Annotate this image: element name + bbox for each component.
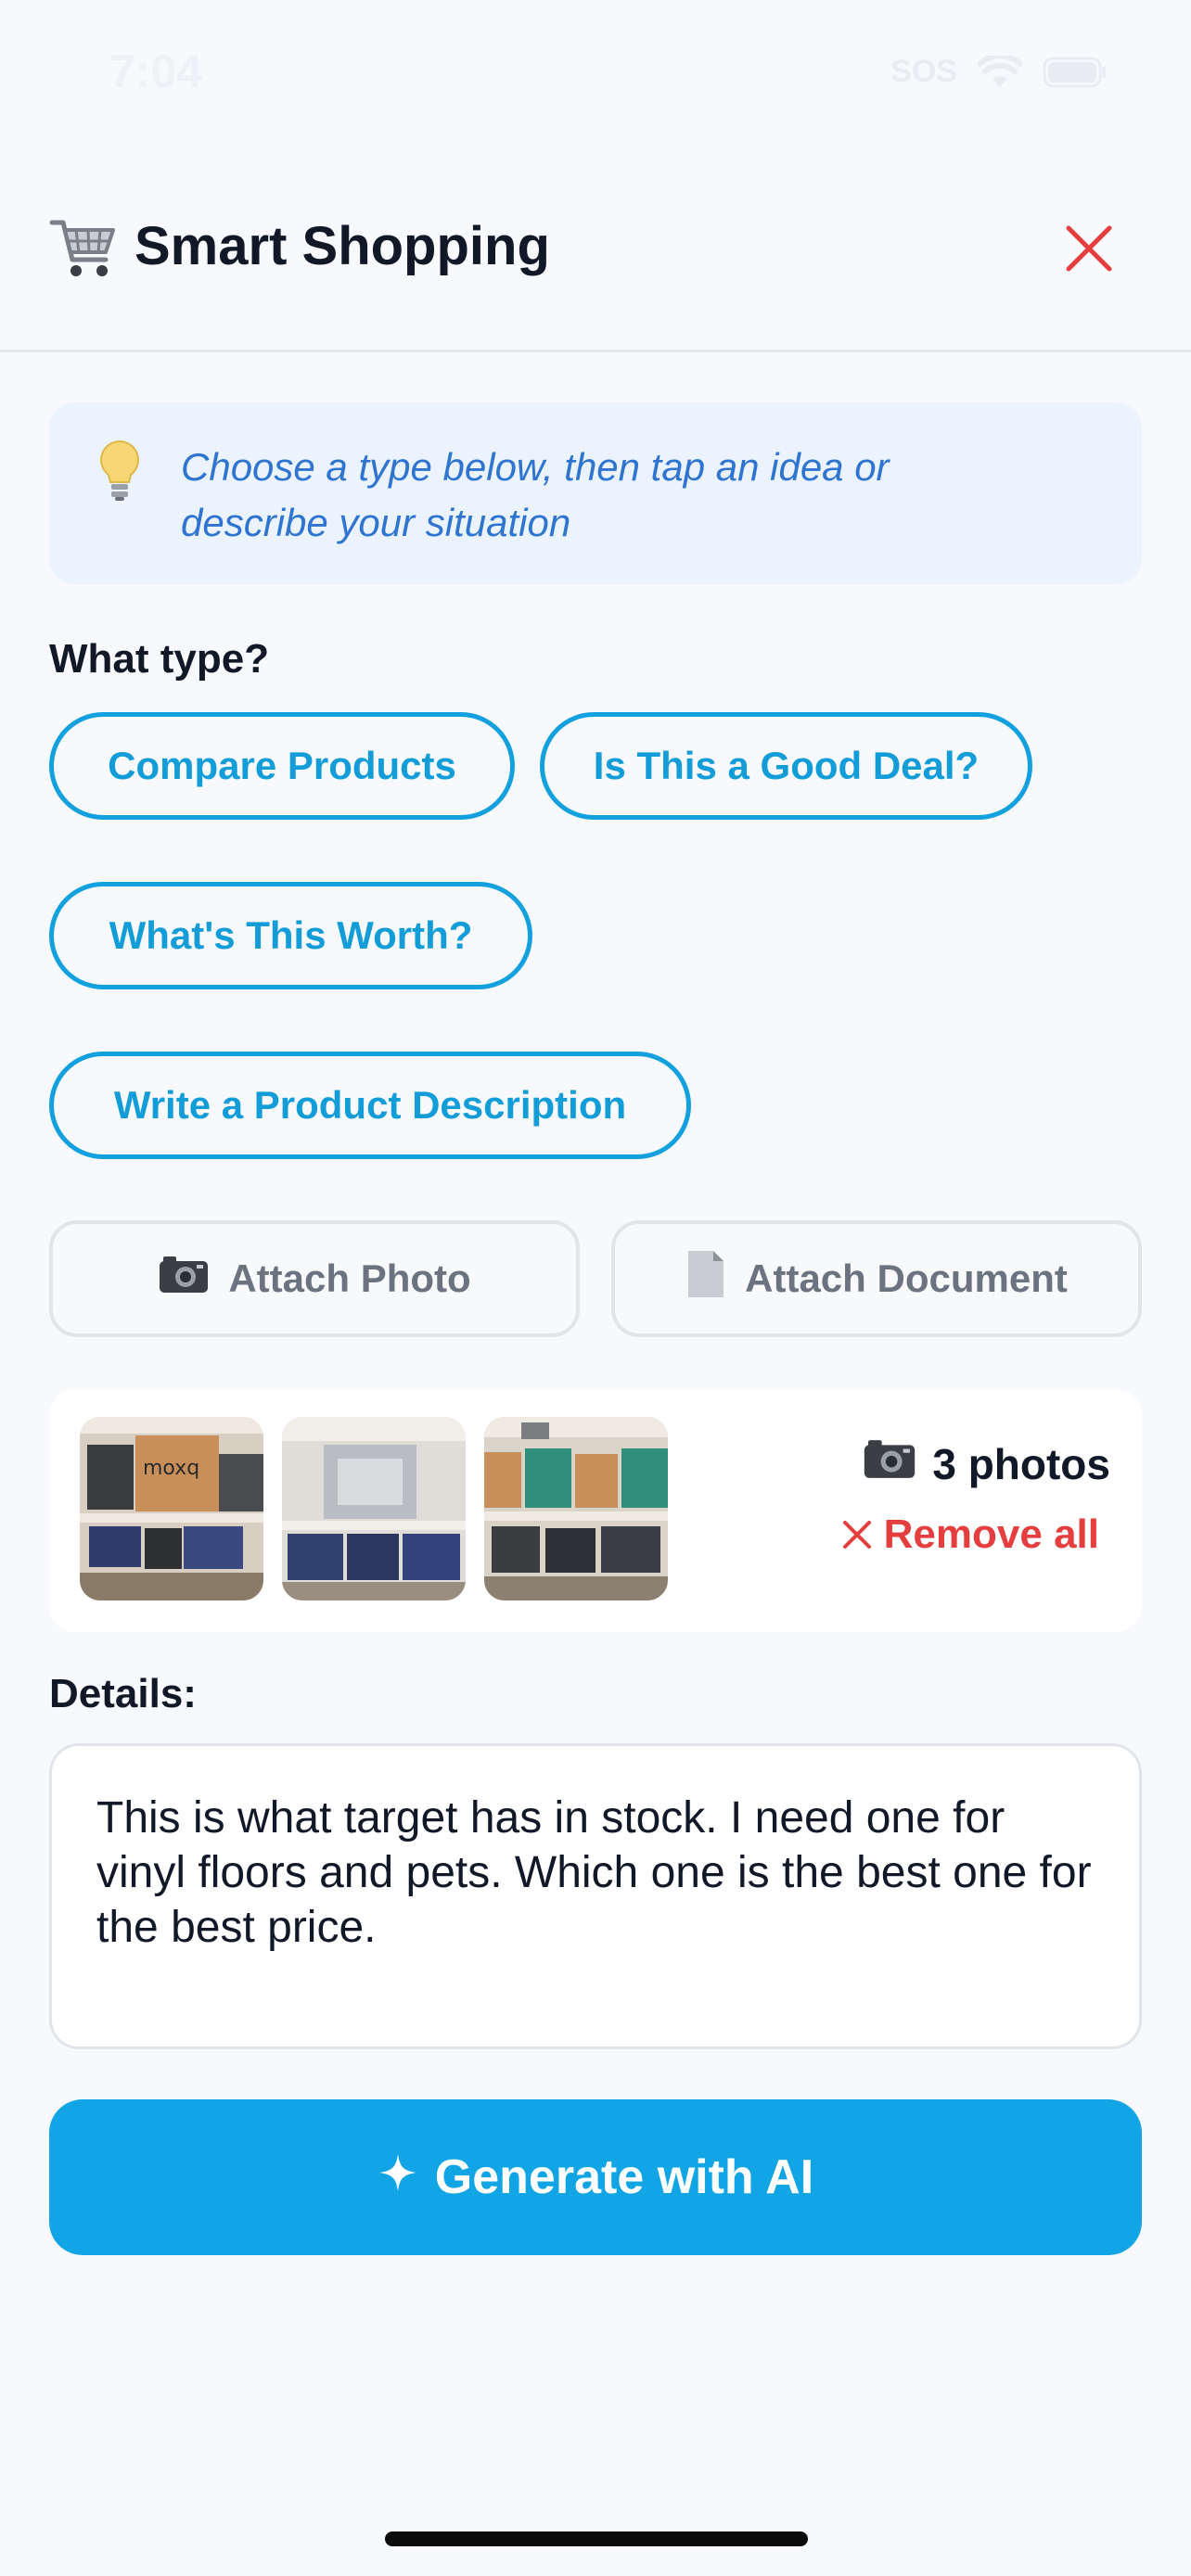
- remove-all-button[interactable]: Remove all: [841, 1511, 1099, 1558]
- remove-all-label: Remove all: [883, 1511, 1099, 1557]
- battery-icon: [1043, 57, 1108, 88]
- option-compare-products[interactable]: Compare Products: [49, 712, 515, 820]
- camera-icon: [862, 1437, 917, 1490]
- page-title: Smart Shopping: [134, 216, 550, 276]
- home-indicator: [385, 2531, 808, 2546]
- attached-photos-card: moxq 3 photos Remove all: [49, 1389, 1142, 1632]
- status-bar: 7:04 SOS: [0, 0, 1191, 139]
- photo-thumbnail[interactable]: [282, 1417, 466, 1600]
- shopping-cart-icon: [48, 213, 119, 284]
- document-icon: [685, 1249, 726, 1308]
- photo-count: 3 photos: [862, 1437, 1110, 1490]
- svg-text:moxq: moxq: [143, 1457, 199, 1480]
- option-whats-this-worth[interactable]: What's This Worth?: [49, 882, 532, 989]
- modal-header: Smart Shopping: [0, 185, 1191, 352]
- close-button[interactable]: [1061, 221, 1117, 276]
- sparkle-icon: [378, 2149, 418, 2205]
- generate-label: Generate with AI: [434, 2150, 814, 2204]
- photo-count-label: 3 photos: [932, 1439, 1110, 1488]
- attach-photo-button[interactable]: Attach Photo: [49, 1220, 580, 1337]
- close-icon: [1066, 225, 1112, 272]
- details-label: Details:: [49, 1671, 197, 1716]
- generate-button[interactable]: Generate with AI: [49, 2099, 1142, 2255]
- attach-document-button[interactable]: Attach Document: [611, 1220, 1142, 1337]
- camera-icon: [158, 1254, 210, 1304]
- lightbulb-icon: [96, 438, 144, 503]
- option-good-deal[interactable]: Is This a Good Deal?: [540, 712, 1032, 820]
- wifi-icon: [978, 55, 1022, 89]
- tip-text: Choose a type below, then tap an idea or…: [181, 445, 890, 544]
- sos-indicator: SOS: [890, 54, 957, 89]
- status-time: 7:04: [109, 45, 203, 97]
- status-icons: SOS: [890, 54, 1108, 90]
- attach-photo-label: Attach Photo: [228, 1256, 471, 1300]
- close-icon: [842, 1521, 871, 1549]
- photo-thumbnail[interactable]: [484, 1417, 668, 1600]
- details-field[interactable]: This is what target has in stock. I need…: [49, 1743, 1142, 2049]
- option-write-description[interactable]: Write a Product Description: [49, 1052, 691, 1159]
- tip-banner: Choose a type below, then tap an idea or…: [49, 402, 1142, 584]
- photo-thumbnail[interactable]: moxq: [80, 1417, 263, 1600]
- type-section-label: What type?: [49, 636, 270, 682]
- attach-document-label: Attach Document: [745, 1256, 1068, 1300]
